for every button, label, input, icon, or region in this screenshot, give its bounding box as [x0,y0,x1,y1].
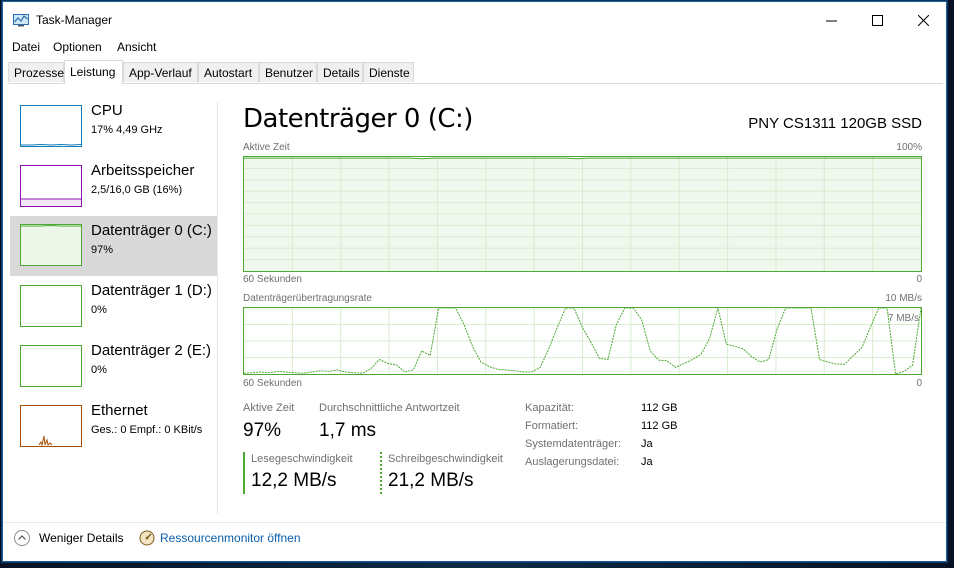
prop-pagefile-key: Auslagerungsdatei: [525,456,620,468]
response-time-value: 1,7 ms [319,420,377,441]
read-speed-value: 12,2 MB/s [251,470,337,491]
graph2-label: Datenträgerübertragungsrate [243,293,372,304]
prop-capacity-value: 112 GB [641,402,678,414]
sidebar-item-name: Datenträger 1 (D:) [91,282,212,299]
sidebar-item-ethernet[interactable]: Ethernet Ges.: 0 Empf.: 0 KBit/s [10,402,217,460]
write-speed-label: Schreibgeschwindigkeit [388,453,503,465]
less-details-button[interactable] [14,530,30,546]
menu-bar: Datei Optionen Ansicht [3,38,946,58]
sidebar-item-cpu[interactable]: CPU 17% 4,49 GHz [10,102,217,160]
prop-formatted-value: 112 GB [641,420,678,432]
tab-dienste[interactable]: Dienste [363,62,414,82]
graph1-max: 100% [896,142,922,153]
close-button[interactable] [900,2,946,38]
less-details-label[interactable]: Weniger Details [39,531,123,545]
ethernet-thumbnail-graph [20,405,82,447]
sidebar-item-disk-2[interactable]: Datenträger 2 (E:) 0% [10,342,217,400]
minimize-button[interactable] [808,2,854,38]
title-bar[interactable]: Task-Manager [3,2,946,38]
resource-monitor-link[interactable]: Ressourcenmonitor öffnen [160,531,301,545]
write-speed-marker [380,452,382,494]
resource-sidebar: CPU 17% 4,49 GHz Arbeitsspeicher 2,5/16,… [10,102,218,514]
maximize-button[interactable] [854,2,900,38]
menu-optionen[interactable]: Optionen [53,40,102,54]
graph2-min: 0 [916,378,922,389]
chevron-up-icon [18,535,26,540]
page-title: Datenträger 0 (C:) [243,104,473,134]
tab-benutzer[interactable]: Benutzer [259,62,317,82]
tab-strip: Prozesse Leistung App-Verlauf Autostart … [8,60,943,84]
transfer-rate-graph [243,307,922,375]
footer: Weniger Details Ressourcenmonitor öffnen [3,522,946,562]
graph1-label: Aktive Zeit [243,142,290,153]
prop-capacity-key: Kapazität: [525,402,574,414]
graph1-time: 60 Sekunden [243,274,302,285]
write-speed-value: 21,2 MB/s [388,470,474,491]
sidebar-item-disk-1[interactable]: Datenträger 1 (D:) 0% [10,282,217,340]
task-manager-window: Task-Manager Datei Optionen Ansicht Proz… [2,1,947,562]
performance-panel: CPU 17% 4,49 GHz Arbeitsspeicher 2,5/16,… [3,84,946,522]
prop-pagefile-value: Ja [641,456,653,468]
sidebar-item-name: Ethernet [91,402,148,419]
menu-ansicht[interactable]: Ansicht [117,40,156,54]
active-time-label: Aktive Zeit [243,402,295,414]
prop-system-disk-value: Ja [641,438,653,450]
graph2-time: 60 Sekunden [243,378,302,389]
disk0-thumbnail-graph [20,224,82,266]
sidebar-item-name: Arbeitsspeicher [91,162,195,179]
disk2-thumbnail-graph [20,345,82,387]
graph2-max: 10 MB/s [885,293,922,304]
disk1-thumbnail-graph [20,285,82,327]
tab-prozesse[interactable]: Prozesse [8,62,64,82]
active-time-graph [243,156,922,272]
sidebar-item-name: Datenträger 0 (C:) [91,222,212,239]
prop-formatted-key: Formatiert: [525,420,579,432]
sidebar-item-name: Datenträger 2 (E:) [91,342,212,359]
tab-app-verlauf[interactable]: App-Verlauf [123,62,198,82]
resource-monitor-icon [139,530,155,546]
sidebar-item-value: Ges.: 0 Empf.: 0 KBit/s [91,424,203,436]
window-title: Task-Manager [36,13,113,27]
sidebar-item-memory[interactable]: Arbeitsspeicher 2,5/16,0 GB (16%) [10,162,217,220]
close-icon [917,14,929,26]
menu-datei[interactable]: Datei [12,40,40,54]
sidebar-item-name: CPU [91,102,123,119]
response-time-label: Durchschnittliche Antwortzeit [319,402,460,414]
read-speed-marker [243,452,245,494]
graph2-inner-max: 7 MB/s [887,313,919,324]
cpu-thumbnail-graph [20,105,82,147]
tab-details[interactable]: Details [317,62,363,82]
tab-autostart[interactable]: Autostart [198,62,259,82]
task-manager-icon [13,14,29,27]
prop-system-disk-key: Systemdatenträger: [525,438,621,450]
sidebar-item-value: 0% [91,304,107,316]
maximize-icon [871,14,883,26]
graph1-min: 0 [916,274,922,285]
read-speed-label: Lesegeschwindigkeit [251,453,353,465]
sidebar-item-disk-0[interactable]: Datenträger 0 (C:) 97% [10,216,217,276]
tab-leistung[interactable]: Leistung [64,60,123,84]
sidebar-item-value: 97% [91,244,114,256]
memory-thumbnail-graph [20,165,82,207]
active-time-value: 97% [243,420,282,441]
sidebar-item-value: 0% [91,364,107,376]
minimize-icon [825,20,837,21]
sidebar-item-value: 2,5/16,0 GB (16%) [91,184,183,196]
sidebar-item-value: 17% 4,49 GHz [91,124,163,136]
device-model: PNY CS1311 120GB SSD [748,115,922,132]
